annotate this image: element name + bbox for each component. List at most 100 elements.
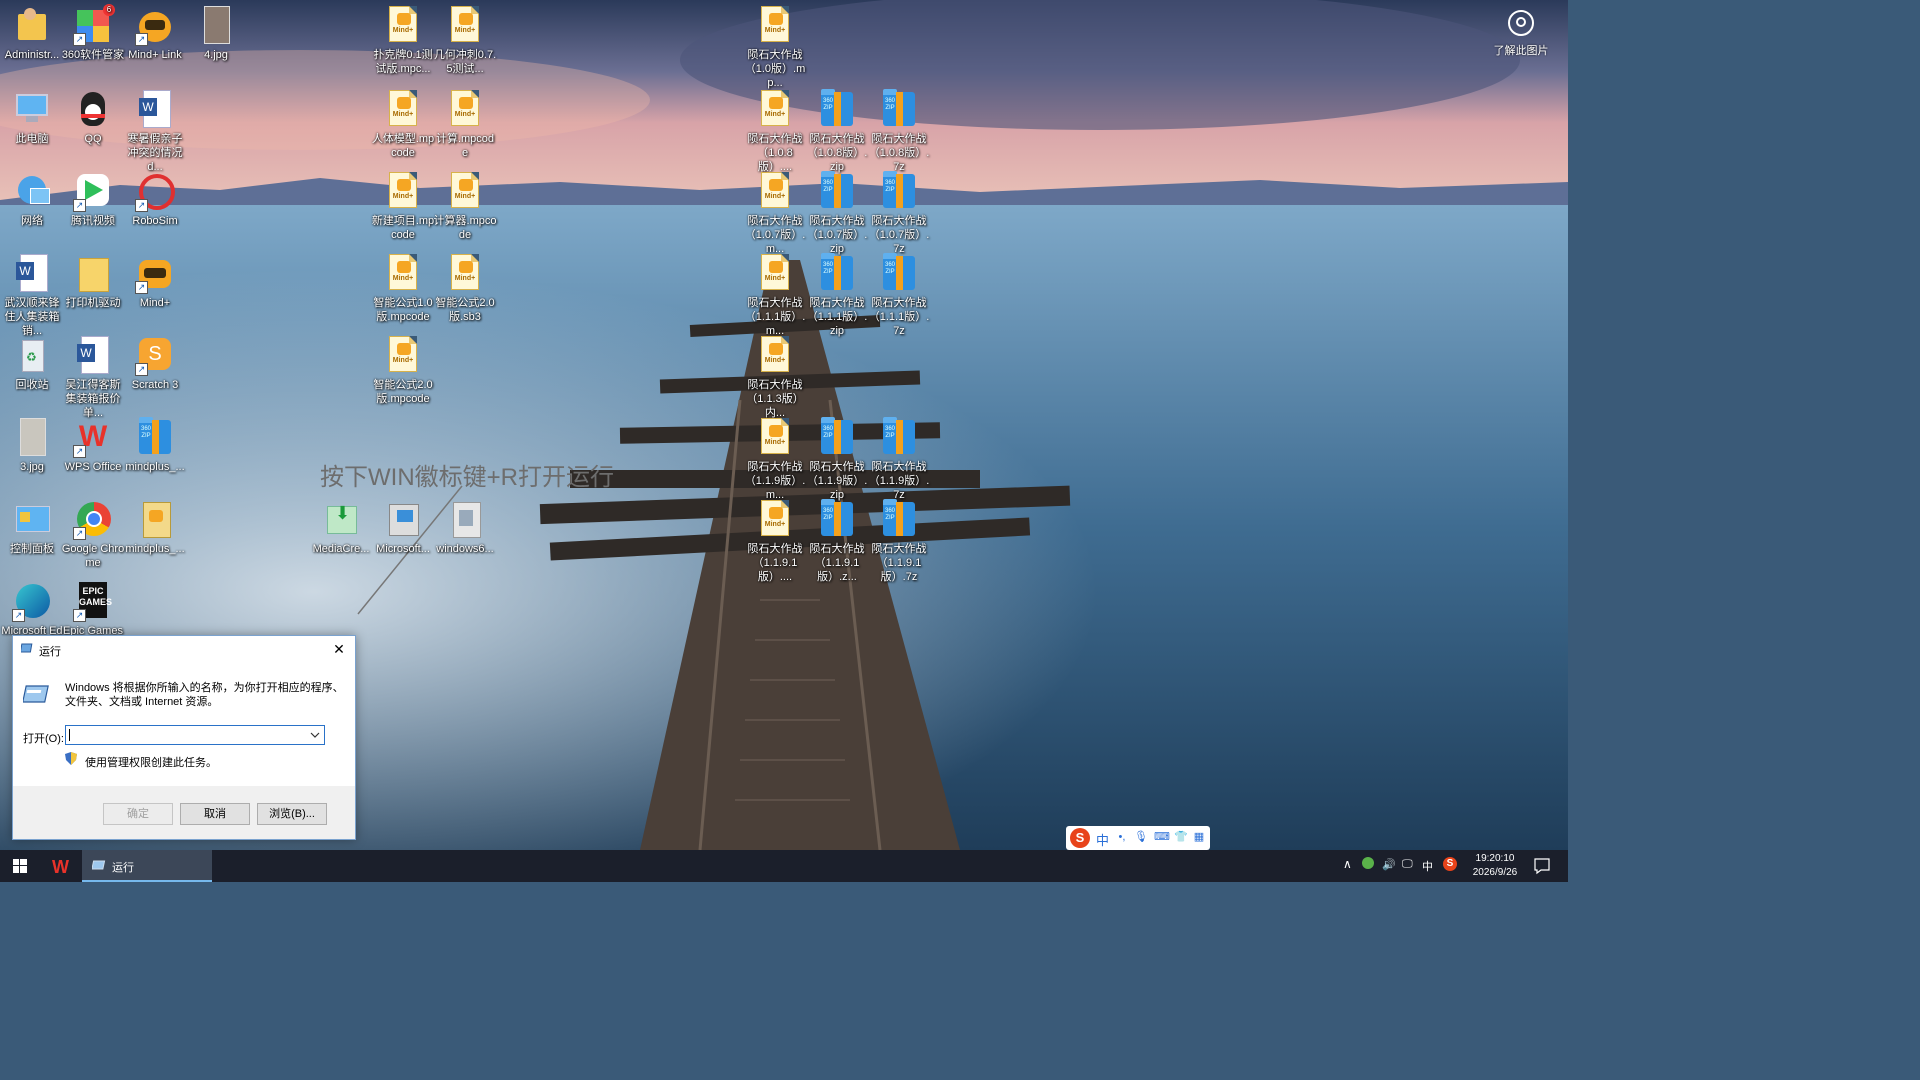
app-360-icon: 6 ↗ (73, 4, 115, 46)
control-panel-icon (12, 500, 52, 540)
icon-label: 陨石大作战（1.1.1版）.7z (868, 297, 930, 337)
ok-button[interactable]: 确定 (103, 803, 173, 825)
icon-label: 武汉顺来锋住人集装箱销... (4, 297, 60, 337)
desktop-icon-zip[interactable]: 360 ZIP 陨石大作战（1.0.8版）.zip (805, 89, 869, 174)
dialog-description: Windows 将根据你所输入的名称，为你打开相应的程序、文件夹、文档或 Int… (65, 682, 344, 708)
open-input[interactable] (65, 725, 325, 745)
robosim-icon: ↗ (135, 172, 175, 212)
desktop-icon-zip[interactable]: 360 ZIP 陨石大作战（1.0.7版）.7z (867, 171, 931, 256)
skin-icon[interactable]: 👕 (1174, 831, 1188, 844)
desktop-icon-media-creation-tool[interactable]: ⬇ MediaCre... (309, 500, 373, 556)
security-tray-icon[interactable] (1362, 857, 1374, 872)
desktop-icon-this-pc[interactable]: 此电脑 (0, 90, 64, 146)
sogou-tray-icon[interactable]: S (1443, 857, 1457, 871)
desktop-icon-windows-file[interactable]: windows6... (433, 500, 497, 556)
microphone-icon[interactable]: 🎙 (1134, 831, 1148, 844)
desktop-icon-epic-games[interactable]: EPIC GAMES ↗ Epic Games (61, 582, 125, 638)
desktop-icon-mindfile[interactable]: Mind+ 陨石大作战（1.0.8版）.... (743, 90, 807, 174)
desktop-icon-tencent-video[interactable]: ↗ 腾讯视频 (61, 172, 125, 228)
desktop-icon-mindfile[interactable]: Mind+ 几何冲刺0.7.5测试... (433, 6, 497, 76)
desktop-icon-mindfile[interactable]: Mind+ 陨石大作战（1.1.9.1版）.... (743, 500, 807, 584)
icon-label: 打印机驱动 (65, 297, 121, 309)
desktop-icon-mindfile[interactable]: Mind+ 人体模型.mpcode (371, 90, 435, 160)
punctuation-icon[interactable]: •, (1116, 831, 1128, 844)
shortcut-arrow-icon: ↗ (135, 363, 148, 376)
close-button[interactable]: ✕ (329, 639, 349, 659)
desktop-icon-zip[interactable]: 360 ZIP 陨石大作战（1.1.9版）.zip (805, 417, 869, 502)
notification-center-icon[interactable] (1530, 856, 1554, 876)
desktop-icon-mindfile[interactable]: Mind+ 陨石大作战（1.1.3版）内... (743, 336, 807, 420)
desktop-icon-word-doc-1[interactable]: W 寒暑假亲子冲突的情况d... (123, 90, 187, 174)
desktop-icon-mindplus-link[interactable]: ↗ Mind+ Link (123, 6, 187, 62)
keyboard-icon[interactable]: ⌨ (1154, 831, 1170, 844)
input-language-indicator[interactable]: 中 (1422, 858, 1433, 874)
desktop-icon-mindfile[interactable]: Mind+ 新建项目.mpcode (371, 172, 435, 242)
desktop-icon-mindfile[interactable]: Mind+ 扑克牌0.1测试版.mpc... (371, 6, 435, 76)
mindplus-file-icon: Mind+ (755, 418, 795, 458)
desktop-icon-zip[interactable]: 360 ZIP 陨石大作战（1.1.9.1版）.7z (867, 499, 931, 584)
icon-label: 陨石大作战（1.0.8版）.... (747, 133, 803, 173)
chevron-up-icon[interactable]: ∧ (1343, 857, 1352, 871)
icon-label: QQ (84, 133, 102, 145)
desktop-icon-mindfile[interactable]: Mind+ 智能公式2.0版.mpcode (371, 336, 435, 406)
desktop-icon-mindfile[interactable]: Mind+ 计算器.mpcode (433, 172, 497, 242)
learn-about-picture-button[interactable]: 了解此图片 (1490, 10, 1552, 58)
desktop-icon-mindfile[interactable]: Mind+ 智能公式2.0版.sb3 (433, 254, 497, 324)
desktop-icon-wps[interactable]: W ↗ WPS Office (61, 418, 125, 474)
desktop-icon-printer-driver[interactable]: 打印机驱动 (61, 254, 125, 310)
browse-button[interactable]: 浏览(B)... (257, 803, 327, 825)
volume-icon[interactable]: 🔊 (1382, 858, 1396, 871)
ime-toolbar[interactable]: S 中 •, 🎙 ⌨ 👕 ▦ (1066, 826, 1210, 850)
shortcut-arrow-icon: ↗ (135, 33, 148, 46)
icon-label: Administr... (4, 49, 60, 61)
desktop-icon-network[interactable]: 网络 (0, 172, 64, 228)
desktop-icon-qq[interactable]: QQ (61, 90, 125, 146)
computer-icon (12, 90, 52, 130)
cancel-button[interactable]: 取消 (180, 803, 250, 825)
system-clock[interactable]: 19:20:10 2026/9/26 (1466, 852, 1524, 880)
desktop-icon-administrator[interactable]: Administr... (0, 6, 64, 62)
desktop-icon-zip[interactable]: 360 ZIP 陨石大作战（1.1.9版）.7z (867, 417, 931, 502)
chevron-down-icon[interactable] (310, 728, 320, 742)
icon-label: mindplus_... (125, 461, 185, 473)
desktop-icon-microsoft-installer[interactable]: Microsoft... (371, 500, 435, 556)
desktop-icon-mindfile[interactable]: Mind+ 计算.mpcode (433, 90, 497, 160)
sogou-logo-icon[interactable]: S (1070, 828, 1090, 848)
desktop-icon-mindfile[interactable]: Mind+ 陨石大作战（1.0版）.mp... (743, 6, 807, 90)
ime-mode-indicator[interactable]: 中 (1096, 830, 1109, 849)
mindplus-file-icon: Mind+ (755, 254, 795, 294)
desktop-icon-3-jpg[interactable]: 3.jpg (0, 418, 64, 474)
desktop-icon-4-jpg[interactable]: 4.jpg (184, 6, 248, 62)
desktop-icon-zip[interactable]: 360 ZIP 陨石大作战（1.0.8版）.7z (867, 89, 931, 174)
desktop-icon-mindplus-zip[interactable]: 360 ZIP mindplus_... (123, 417, 187, 474)
desktop-icon-control-panel[interactable]: 控制面板 (0, 500, 64, 556)
desktop-icon-robosim[interactable]: ↗ RoboSim (123, 172, 187, 228)
desktop-icon-mindplus-installer[interactable]: mindplus_... (123, 500, 187, 556)
desktop-icon-mindfile[interactable]: Mind+ 陨石大作战（1.1.1版）.m... (743, 254, 807, 338)
taskbar-item-run[interactable]: 运行 (82, 850, 212, 882)
svg-text:W: W (52, 857, 69, 877)
desktop-icon-mindfile[interactable]: Mind+ 智能公式1.0版.mpcode (371, 254, 435, 324)
toolbox-icon[interactable]: ▦ (1193, 831, 1205, 844)
desktop-icon-scratch[interactable]: S ↗ Scratch 3 (123, 336, 187, 392)
icon-label: windows6... (436, 543, 494, 555)
zip-archive-icon: 360 ZIP (879, 89, 919, 130)
windows-start-icon[interactable] (0, 850, 40, 882)
desktop-icon-recycle-bin[interactable]: ♻ 回收站 (0, 336, 64, 392)
desktop-icon-360-software[interactable]: 6 ↗ 360软件管家 (61, 4, 125, 62)
wps-taskbar-icon[interactable]: W (44, 850, 80, 882)
desktop-icon-mindplus[interactable]: ↗ Mind+ (123, 254, 187, 310)
desktop-icon-zip[interactable]: 360 ZIP 陨石大作战（1.0.7版）.zip (805, 171, 869, 256)
camera-icon (1508, 10, 1534, 36)
desktop-icon-chrome[interactable]: ↗ Google Chrome (61, 500, 125, 570)
mindplus-file-icon: Mind+ (383, 336, 423, 376)
desktop-icon-zip[interactable]: 360 ZIP 陨石大作战（1.1.1版）.zip (805, 253, 869, 338)
desktop-icon-mindfile[interactable]: Mind+ 陨石大作战（1.0.7版）.m... (743, 172, 807, 256)
desktop-icon-mindfile[interactable]: Mind+ 陨石大作战（1.1.9版）.m... (743, 418, 807, 502)
desktop-icon-zip[interactable]: 360 ZIP 陨石大作战（1.1.9.1版）.z... (805, 499, 869, 584)
desktop-icon-word-doc-2[interactable]: W 武汉顺来锋住人集装箱销... (0, 254, 64, 338)
network-tray-icon[interactable]: 🖵 (1402, 858, 1413, 871)
desktop-icon-zip[interactable]: 360 ZIP 陨石大作战（1.1.1版）.7z (867, 253, 931, 338)
dialog-titlebar[interactable]: 运行 ✕ (13, 636, 355, 662)
desktop-icon-word-doc-3[interactable]: W 吴江得客斯集装箱报价单... (61, 336, 125, 420)
